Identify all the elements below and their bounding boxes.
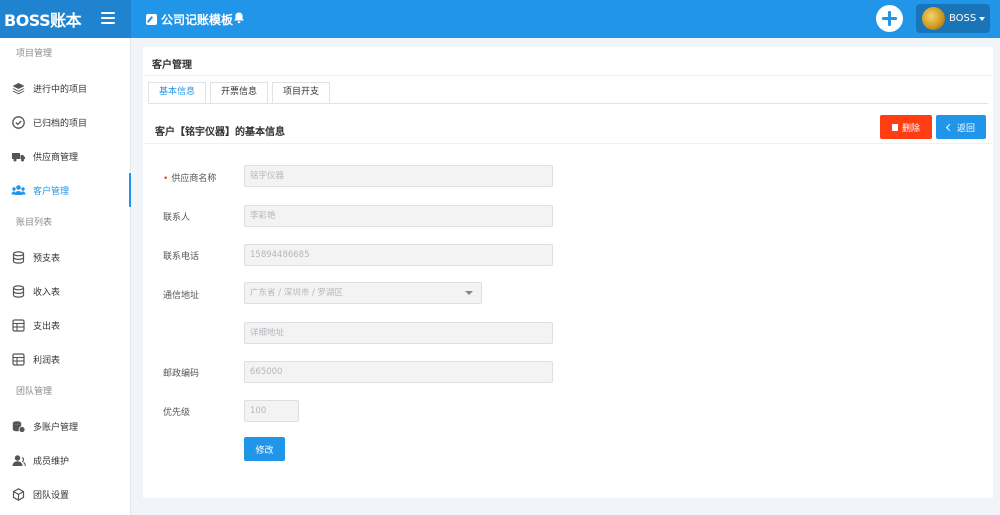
chevron-left-icon <box>945 123 954 131</box>
page-title-link[interactable]: 公司记账模板 <box>146 11 233 28</box>
phone-field[interactable]: 15894486685 <box>244 244 553 266</box>
sidebar-section-team: 团队管理 <box>16 387 53 397</box>
zip-label: 邮政编码 <box>163 369 200 379</box>
required-marker: • <box>163 174 169 184</box>
sidebar-item-members[interactable]: 成员维护 <box>0 443 130 477</box>
contact-field[interactable]: 李彩艳 <box>244 205 553 227</box>
name-label-text: 供应商名称 <box>171 174 217 184</box>
sidebar-item-archived-projects[interactable]: 已归档的项目 <box>0 105 130 139</box>
sidebar-item-ongoing-projects[interactable]: 进行中的项目 <box>0 71 130 105</box>
address-label: 通信地址 <box>163 291 200 301</box>
tab-project-expenses[interactable]: 项目开支 <box>272 82 331 103</box>
delete-button-label: 删除 <box>901 123 920 134</box>
sidebar-item-label: 团队设置 <box>33 490 70 501</box>
box-icon <box>12 487 25 501</box>
divider <box>148 103 988 104</box>
sidebar: 项目管理 进行中的项目 已归档的项目 供应商管理 客户管理 账目列表 预支表 收… <box>0 38 131 515</box>
contact-label: 联系人 <box>163 213 191 223</box>
priority-label: 优先级 <box>163 408 191 418</box>
menu-toggle-icon[interactable] <box>101 12 115 24</box>
trash-icon <box>891 123 898 131</box>
sidebar-item-customers[interactable]: 客户管理 <box>0 173 131 207</box>
sidebar-item-label: 供应商管理 <box>33 152 79 163</box>
back-button[interactable]: 返回 <box>936 115 986 139</box>
sidebar-item-profit[interactable]: 利润表 <box>0 342 130 376</box>
delete-button[interactable]: 删除 <box>880 115 932 139</box>
sidebar-item-team-settings[interactable]: 团队设置 <box>0 477 130 511</box>
sidebar-item-label: 已归档的项目 <box>33 118 88 129</box>
back-button-label: 返回 <box>956 123 975 134</box>
sidebar-item-label: 进行中的项目 <box>33 84 88 95</box>
truck-icon <box>12 152 25 161</box>
layers-icon <box>12 82 25 94</box>
sidebar-item-label: 多账户管理 <box>33 422 79 433</box>
brand-logo: BOSS账本 <box>4 11 82 30</box>
check-circle-icon <box>12 115 25 129</box>
divider <box>143 75 993 76</box>
user-menu[interactable]: BOSS <box>916 4 990 33</box>
phone-label: 联系电话 <box>163 252 200 262</box>
sidebar-item-label: 支出表 <box>33 321 61 332</box>
top-bar: BOSS账本 公司记账模板 BOSS <box>0 0 1000 38</box>
caret-down-icon <box>979 16 986 21</box>
sidebar-section-projects: 项目管理 <box>16 49 53 59</box>
name-field[interactable]: 铭宇仪器 <box>244 165 553 187</box>
database-icon <box>12 284 25 298</box>
add-button[interactable] <box>876 5 903 32</box>
sidebar-item-label: 利润表 <box>33 355 61 366</box>
page-title: 公司记账模板 <box>161 13 234 27</box>
sidebar-item-label: 收入表 <box>33 287 61 298</box>
avatar <box>922 7 945 30</box>
table-icon <box>12 318 25 332</box>
priority-field[interactable]: 100 <box>244 400 299 422</box>
region-select-value: 广东省 / 深圳市 / 罗湖区 <box>250 288 344 298</box>
database-icon <box>12 250 25 264</box>
name-label: • 供应商名称 <box>163 171 216 184</box>
sidebar-item-label: 预支表 <box>33 253 61 264</box>
zip-field[interactable]: 665000 <box>244 361 553 383</box>
sidebar-item-label: 成员维护 <box>33 456 70 467</box>
detail-title: 客户【铭宇仪器】的基本信息 <box>155 127 285 138</box>
chevron-down-icon <box>465 291 473 295</box>
edit-icon <box>146 14 157 25</box>
tab-basic-info[interactable]: 基本信息 <box>148 82 207 103</box>
card-title: 客户管理 <box>152 60 192 71</box>
bell-icon[interactable] <box>232 11 246 25</box>
person-icon <box>12 454 26 466</box>
tab-invoice-info[interactable]: 开票信息 <box>210 82 269 103</box>
sidebar-item-expense[interactable]: 支出表 <box>0 308 130 342</box>
submit-button[interactable]: 修改 <box>244 437 285 461</box>
address-detail-field[interactable]: 详细地址 <box>244 322 553 344</box>
sidebar-item-prepaid[interactable]: 预支表 <box>0 240 130 274</box>
sidebar-item-multi-accounts[interactable]: 多账户管理 <box>0 409 130 443</box>
region-select[interactable]: 广东省 / 深圳市 / 罗湖区 <box>244 282 482 304</box>
tab-bar: 基本信息 开票信息 项目开支 <box>148 82 334 103</box>
user-name: BOSS <box>949 13 977 24</box>
coins-icon <box>12 420 26 433</box>
users-icon <box>11 184 26 195</box>
customer-detail-card: 客户管理 基本信息 开票信息 项目开支 客户【铭宇仪器】的基本信息 删除 返回 … <box>143 47 993 498</box>
sidebar-item-income[interactable]: 收入表 <box>0 274 130 308</box>
sidebar-item-label: 客户管理 <box>33 186 70 197</box>
divider <box>143 143 993 144</box>
table-icon <box>12 352 25 366</box>
sidebar-item-suppliers[interactable]: 供应商管理 <box>0 139 130 173</box>
sidebar-section-accounts: 账目列表 <box>16 218 53 228</box>
